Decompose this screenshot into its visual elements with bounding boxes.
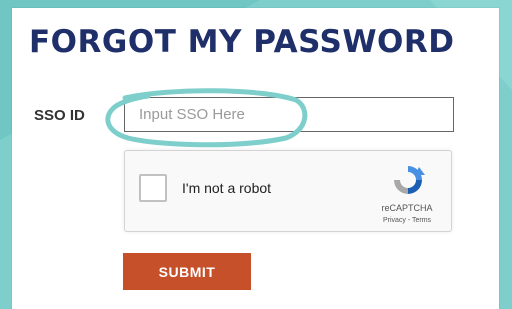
forgot-password-card: FORGOT MY PASSWORD SSO ID I'm not a robo… [12,8,499,309]
recaptcha-checkbox[interactable] [139,174,167,202]
sso-id-label: SSO ID [34,107,85,124]
sso-id-input[interactable] [124,97,454,132]
recaptcha-widget: I'm not a robot reCAPTCHA Privacy - Term… [124,150,452,232]
page-title: FORGOT MY PASSWORD [29,24,455,60]
recaptcha-brand: reCAPTCHA [381,203,433,213]
recaptcha-label: I'm not a robot [182,180,272,196]
recaptcha-privacy-terms[interactable]: Privacy - Terms [361,217,453,224]
submit-button[interactable]: SUBMIT [123,253,251,290]
recaptcha-icon [394,166,425,194]
